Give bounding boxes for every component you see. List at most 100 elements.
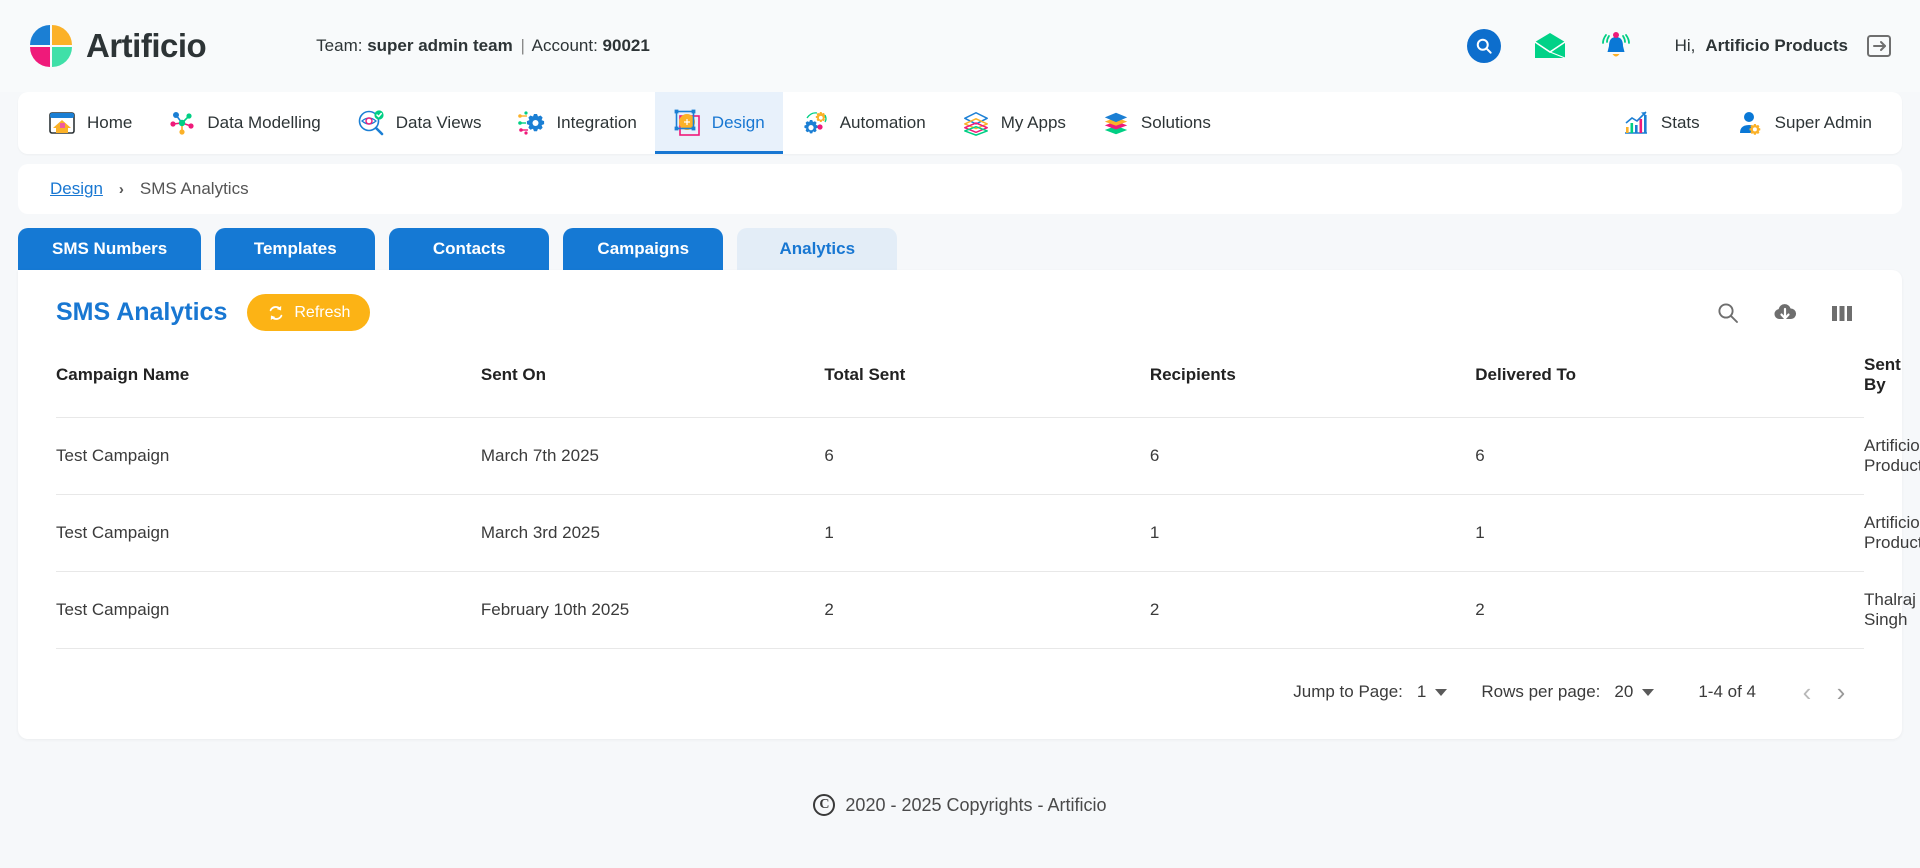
- nav-label-automation: Automation: [839, 113, 926, 132]
- mail-icon: [1534, 33, 1566, 59]
- breadcrumb-link-design[interactable]: Design: [50, 179, 103, 199]
- account-number: 90021: [602, 36, 650, 55]
- account-label: Account:: [531, 36, 598, 55]
- tab-analytics[interactable]: Analytics: [737, 228, 898, 270]
- data-views-icon: [357, 109, 385, 137]
- column-header-total-sent[interactable]: Total Sent: [824, 349, 1149, 418]
- download-cloud-icon: [1774, 303, 1797, 319]
- tab-campaigns[interactable]: Campaigns: [563, 228, 724, 270]
- chevron-down-icon: [1642, 688, 1655, 696]
- copyright-icon: C: [813, 794, 836, 816]
- notification-bell-icon: [1601, 32, 1630, 57]
- chevron-down-icon: [1435, 688, 1448, 696]
- nav-item-automation[interactable]: Automation: [783, 92, 944, 154]
- logout-icon: [1867, 35, 1891, 57]
- user-greeting: Hi, Artificio Products: [1675, 33, 1892, 59]
- refresh-icon: [270, 305, 283, 320]
- tab-templates[interactable]: Templates: [215, 228, 376, 270]
- tab-contacts[interactable]: Contacts: [389, 228, 550, 270]
- table-search-button[interactable]: [1716, 301, 1740, 325]
- nav-item-data-modelling[interactable]: Data Modelling: [150, 92, 338, 154]
- page-footer: C 2020 - 2025 Copyrights - Artificio: [0, 794, 1920, 868]
- breadcrumb-separator-icon: ›: [118, 180, 124, 198]
- cell-recipients: 1: [1149, 494, 1476, 572]
- cell-sent-on: February 10th 2025: [480, 571, 825, 649]
- nav-item-my-apps[interactable]: My Apps: [944, 92, 1084, 154]
- nav-item-home[interactable]: Home: [30, 92, 150, 154]
- my-apps-icon: [962, 109, 990, 137]
- automation-icon: [801, 109, 829, 137]
- nav-label-integration: Integration: [556, 113, 637, 132]
- main-navigation: Home Data Modelling Data Views Integrati…: [18, 92, 1902, 154]
- refresh-label: Refresh: [294, 303, 351, 321]
- solutions-icon: [1102, 109, 1130, 137]
- nav-label-data-views: Data Views: [395, 113, 482, 132]
- copyright-text: 2020 - 2025 Copyrights - Artificio: [845, 794, 1107, 815]
- cell-campaign-name: Test Campaign: [56, 417, 481, 495]
- rows-per-page-select[interactable]: 20: [1614, 682, 1655, 702]
- breadcrumb-current: SMS Analytics: [139, 179, 249, 198]
- header-mail-button[interactable]: [1533, 32, 1567, 60]
- column-header-recipients[interactable]: Recipients: [1150, 349, 1475, 418]
- brand[interactable]: Artificio: [30, 25, 207, 67]
- nav-label-stats: Stats: [1660, 113, 1700, 132]
- columns-button[interactable]: [1830, 302, 1854, 324]
- refresh-button[interactable]: Refresh: [247, 294, 371, 331]
- nav-item-integration[interactable]: Integration: [499, 92, 654, 154]
- page-title: SMS Analytics: [56, 298, 228, 326]
- analytics-card: SMS Analytics Refresh Campaign Name Sent…: [18, 270, 1920, 739]
- search-icon: [1718, 302, 1738, 323]
- section-tabs: SMS Numbers Templates Contacts Campaigns…: [18, 228, 1902, 270]
- nav-item-data-views[interactable]: Data Views: [339, 92, 500, 154]
- table-row[interactable]: Test Campaign February 10th 2025 2 2 2 T…: [56, 571, 1916, 649]
- team-account-info: Team: super admin team | Account: 90021: [316, 36, 650, 56]
- cell-sent-on: March 3rd 2025: [480, 494, 825, 572]
- nav-label-design: Design: [711, 113, 765, 132]
- team-label: Team:: [316, 36, 363, 55]
- super-admin-icon: [1736, 109, 1764, 137]
- column-header-sent-on[interactable]: Sent On: [481, 349, 825, 418]
- column-header-delivered-to[interactable]: Delivered To: [1475, 349, 1864, 418]
- nav-item-solutions[interactable]: Solutions: [1084, 92, 1229, 154]
- breadcrumb: Design › SMS Analytics: [18, 164, 1902, 214]
- rows-per-page-label: Rows per page:: [1481, 682, 1601, 701]
- nav-label-data-modelling: Data Modelling: [207, 113, 321, 132]
- cell-delivered-to: 1: [1475, 494, 1864, 572]
- cell-campaign-name: Test Campaign: [56, 494, 481, 572]
- next-page-button[interactable]: ›: [1824, 675, 1858, 709]
- user-name: Artificio Products: [1705, 36, 1848, 55]
- jump-to-page-select[interactable]: 1: [1417, 682, 1448, 702]
- card-header-actions: [1716, 301, 1864, 325]
- cell-delivered-to: 6: [1475, 417, 1864, 495]
- home-icon: [48, 109, 76, 137]
- nav-item-stats[interactable]: Stats: [1604, 92, 1718, 154]
- rows-per-page-value: 20: [1614, 682, 1634, 701]
- download-button[interactable]: [1772, 301, 1798, 325]
- pagination-range: 1-4 of 4: [1698, 682, 1756, 701]
- table-row[interactable]: Test Campaign March 7th 2025 6 6 6 Artif…: [56, 417, 1920, 495]
- tab-sms-numbers[interactable]: SMS Numbers: [18, 228, 202, 270]
- previous-page-button[interactable]: ‹: [1790, 675, 1824, 709]
- cell-sent-on: March 7th 2025: [480, 417, 825, 495]
- sms-analytics-table: Campaign Name Sent On Total Sent Recipie…: [56, 349, 1920, 649]
- logout-button[interactable]: [1866, 33, 1892, 59]
- header-search-button[interactable]: [1466, 29, 1501, 63]
- brand-name: Artificio: [86, 27, 207, 64]
- nav-label-home: Home: [87, 113, 133, 132]
- cell-total-sent: 1: [824, 494, 1150, 572]
- cell-campaign-name: Test Campaign: [56, 571, 481, 649]
- info-separator: |: [520, 36, 525, 55]
- cell-total-sent: 6: [824, 417, 1150, 495]
- app-root: Artificio Team: super admin team | Accou…: [0, 0, 1920, 868]
- card-header: SMS Analytics Refresh: [18, 270, 1902, 349]
- nav-item-super-admin[interactable]: Super Admin: [1718, 92, 1890, 154]
- design-icon: [673, 109, 701, 137]
- cell-delivered-to: 2: [1475, 571, 1864, 649]
- table-row[interactable]: Test Campaign March 3rd 2025 1 1 1 Artif…: [56, 494, 1920, 572]
- artificio-logo-icon: [30, 25, 72, 67]
- header-notifications-button[interactable]: [1599, 29, 1633, 63]
- nav-item-design[interactable]: Design: [654, 92, 783, 154]
- pagination-bar: Jump to Page: 1 Rows per page: 20 1-4 of…: [18, 649, 1902, 729]
- table-header-row: Campaign Name Sent On Total Sent Recipie…: [56, 349, 1901, 418]
- column-header-campaign-name[interactable]: Campaign Name: [56, 349, 481, 418]
